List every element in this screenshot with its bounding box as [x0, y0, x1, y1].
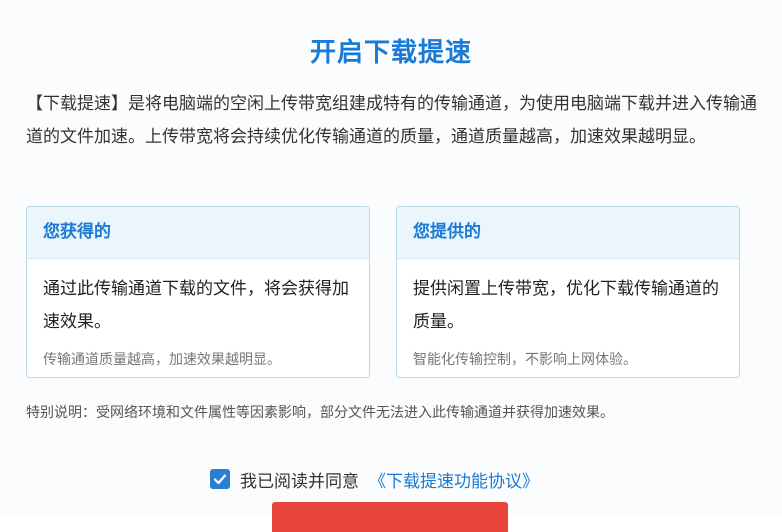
special-note: 特别说明：受网络环境和文件属性等因素影响，部分文件无法进入此传输通道并获得加速效…: [26, 405, 614, 421]
agreement-checkbox[interactable]: [210, 469, 230, 489]
provide-card-heading: 您提供的: [397, 207, 739, 259]
accelerate-dialog: 开启下载提速 【下载提速】是将电脑端的空闲上传带宽组建成特有的传输通道，为使用电…: [0, 0, 782, 532]
gain-card-main-text: 通过此传输通道下载的文件，将会获得加速效果。: [43, 279, 349, 332]
agreement-row: 我已阅读并同意 《下载提速功能协议》: [210, 466, 539, 492]
agreement-label[interactable]: 我已阅读并同意: [240, 467, 359, 492]
provide-card-main-text: 提供闲置上传带宽，优化下载传输通道的质量。: [413, 279, 719, 332]
enable-button[interactable]: [272, 502, 508, 532]
gain-card: 您获得的 通过此传输通道下载的文件，将会获得加速效果。 传输通道质量越高，加速效…: [26, 206, 370, 378]
check-icon: [213, 474, 227, 485]
gain-card-sub-text: 传输通道质量越高，加速效果越明显。: [43, 352, 281, 368]
intro-text: 【下载提速】是将电脑端的空闲上传带宽组建成特有的传输通道，为使用电脑端下载并进入…: [26, 94, 757, 147]
gain-card-heading: 您获得的: [27, 207, 369, 259]
agreement-link[interactable]: 《下载提速功能协议》: [369, 467, 539, 492]
dialog-title: 开启下载提速: [309, 38, 472, 68]
provide-card-sub-text: 智能化传输控制，不影响上网体验。: [413, 352, 637, 368]
provide-card: 您提供的 提供闲置上传带宽，优化下载传输通道的质量。 智能化传输控制，不影响上网…: [396, 206, 740, 378]
